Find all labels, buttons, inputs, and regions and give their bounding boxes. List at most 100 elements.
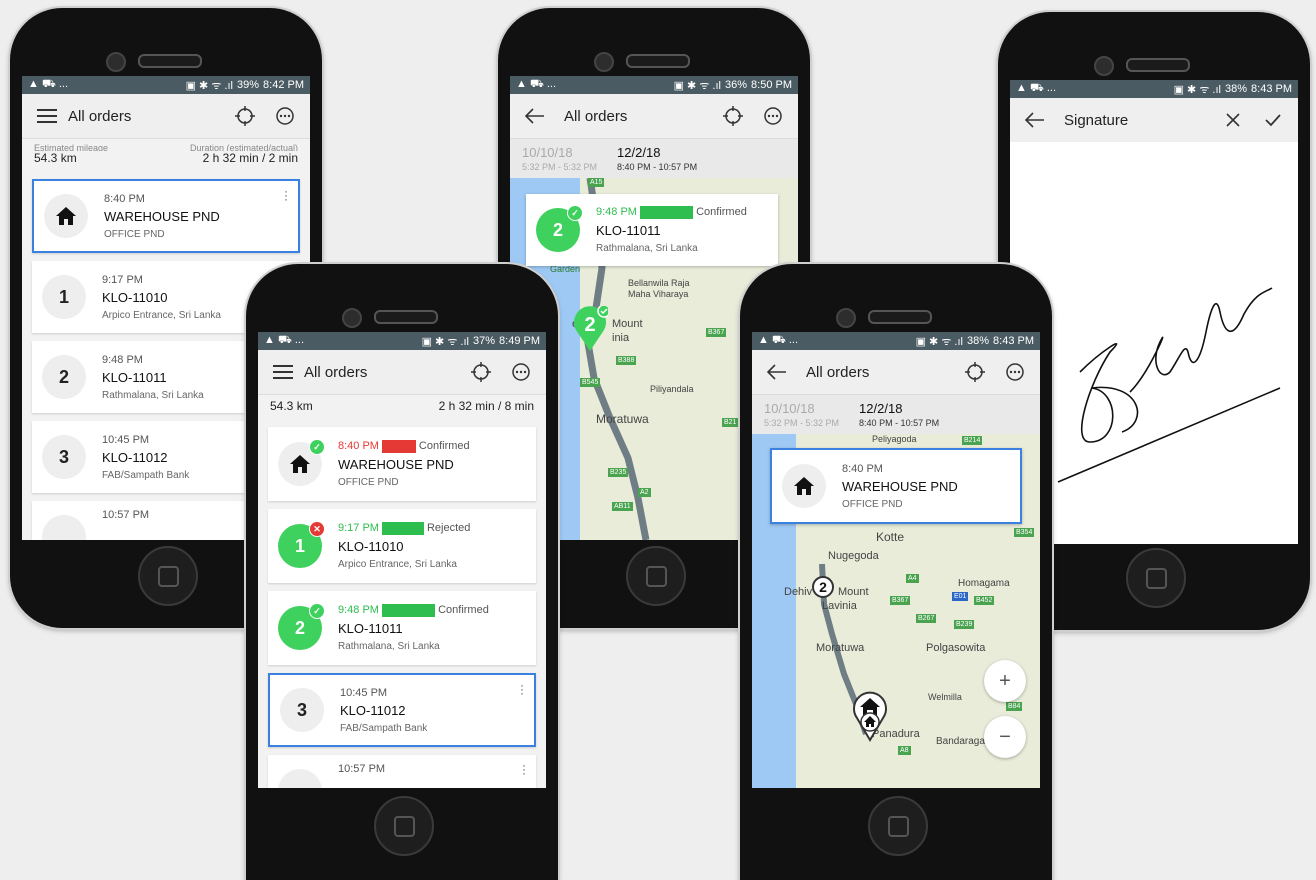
map-order-card[interactable]: 8:40 PM WAREHOUSE PND OFFICE PND bbox=[770, 448, 1022, 524]
badge-number: 2 bbox=[552, 219, 563, 240]
order-number-badge: 2 ✓ bbox=[536, 205, 583, 252]
list-item-order-3[interactable]: 3 10:45 PM KLO-11012 FAB/Sampath Bank · · · bbox=[268, 673, 536, 747]
order-address: Rathmalana, Sri Lanka bbox=[596, 243, 698, 254]
date-current[interactable]: 12/2/18 8:40 PM - 10:57 PM bbox=[859, 401, 939, 429]
order-name: KLO-11011 bbox=[338, 621, 403, 636]
battery-text: 39% bbox=[237, 79, 260, 91]
more-icon[interactable] bbox=[506, 357, 536, 387]
distance: 54.3 km bbox=[270, 399, 313, 413]
back-arrow-icon[interactable] bbox=[1020, 105, 1050, 135]
check-icon: ✓ bbox=[309, 439, 325, 455]
map-label: Polgasowita bbox=[926, 642, 986, 654]
house-icon bbox=[44, 194, 88, 238]
delay-chip: -3 min bbox=[382, 440, 416, 453]
status-left-icons: ▲ ⛟ ... bbox=[516, 78, 557, 90]
page-title: All orders bbox=[68, 107, 132, 125]
date-label: 10/10/18 bbox=[522, 145, 573, 160]
house-icon: ✓ bbox=[278, 439, 325, 486]
delay-chip: +1 h 3 min bbox=[640, 206, 694, 219]
back-arrow-icon[interactable] bbox=[762, 357, 792, 387]
more-icon[interactable] bbox=[758, 101, 788, 131]
crosshair-icon[interactable] bbox=[718, 101, 748, 131]
signature-pad[interactable] bbox=[1010, 142, 1298, 544]
date-previous[interactable]: 10/10/18 5:32 PM - 5:32 PM bbox=[522, 145, 597, 173]
speaker bbox=[138, 54, 202, 68]
date-range: 5:32 PM - 5:32 PM bbox=[764, 418, 840, 428]
map-order-card[interactable]: 2 ✓ 9:48 PM +1 h 3 min Confirmed KLO-1101… bbox=[526, 194, 778, 266]
order-address: OFFICE PND bbox=[842, 498, 903, 510]
back-arrow-icon[interactable] bbox=[520, 101, 550, 131]
check-icon[interactable] bbox=[1258, 105, 1288, 135]
kebab-menu-icon[interactable]: · · · bbox=[284, 185, 288, 205]
order-address: OFFICE PND bbox=[104, 228, 165, 240]
home-button[interactable] bbox=[1126, 548, 1186, 608]
home-button[interactable] bbox=[374, 796, 434, 856]
more-icon[interactable] bbox=[270, 101, 300, 131]
status-left-icons: ▲ ⛟ ... bbox=[758, 334, 799, 346]
order-time: 9:17 PM bbox=[102, 273, 143, 286]
check-icon: ✓ bbox=[309, 603, 325, 619]
duration: 2 h 32 min / 8 min bbox=[438, 399, 534, 413]
order-number-badge bbox=[42, 515, 86, 540]
speaker bbox=[1126, 58, 1190, 72]
zoom-out-button[interactable]: − bbox=[984, 716, 1026, 758]
check-icon: ✓ bbox=[567, 205, 583, 221]
order-time: 9:48 PM bbox=[102, 353, 143, 366]
road-tag: A2 bbox=[638, 488, 651, 497]
crosshair-icon[interactable] bbox=[960, 357, 990, 387]
zoom-in-button[interactable]: + bbox=[984, 660, 1026, 702]
list-item-warehouse[interactable]: 8:40 PM WAREHOUSE PND OFFICE PND · · · bbox=[32, 179, 300, 253]
list-item-order-2[interactable]: 2 ✓ 9:48 PM +1 h 3 min Confirmed KLO-1101… bbox=[268, 591, 536, 665]
order-number-badge: 2 ✓ bbox=[278, 603, 325, 650]
list-item-order-1[interactable]: 1 ✕ 9:17 PM +31 min Rejected KLO-11010 Ar… bbox=[268, 509, 536, 583]
route-map[interactable]: Peliyagoda Kotte Nugegoda Homagama Dehiv… bbox=[752, 434, 1040, 788]
order-name: KLO-11012 bbox=[102, 449, 168, 465]
status-left-icons: ▲ ⛟ ... bbox=[264, 334, 305, 346]
map-label: Kotte bbox=[876, 530, 905, 544]
speaker bbox=[374, 310, 438, 324]
menu-icon[interactable] bbox=[268, 357, 298, 387]
status-left-icons: ▲ ⛟ ... bbox=[1016, 82, 1057, 94]
status-left-icons: ▲ ⛟ ... bbox=[28, 78, 69, 90]
list-item-order-4[interactable]: 10:57 PM · · · bbox=[268, 755, 536, 788]
map-pin-order-2[interactable]: 2 bbox=[572, 304, 611, 351]
close-icon: ✕ bbox=[309, 521, 325, 537]
more-icon[interactable] bbox=[1000, 357, 1030, 387]
crosshair-icon[interactable] bbox=[466, 357, 496, 387]
close-icon[interactable] bbox=[1218, 105, 1248, 135]
mileage-label: Estimated mileage bbox=[34, 143, 109, 151]
date-label: 10/10/18 bbox=[764, 401, 815, 416]
home-button[interactable] bbox=[868, 796, 928, 856]
speaker bbox=[626, 54, 690, 68]
map-label: Lavinia bbox=[822, 600, 857, 612]
date-current[interactable]: 12/2/18 8:40 PM - 10:57 PM bbox=[617, 145, 697, 173]
app-bar: All orders bbox=[22, 94, 310, 139]
date-previous[interactable]: 10/10/18 5:32 PM - 5:32 PM bbox=[764, 401, 839, 429]
distance: 54.3 km bbox=[34, 151, 77, 165]
home-button[interactable] bbox=[626, 546, 686, 606]
road-tag: A8 bbox=[898, 746, 911, 755]
crosshair-icon[interactable] bbox=[230, 101, 260, 131]
map-pin-warehouse[interactable] bbox=[852, 690, 888, 742]
order-number-badge: 1 bbox=[42, 275, 86, 319]
list-item-warehouse[interactable]: ✓ 8:40 PM -3 min Confirmed WAREHOUSE PND… bbox=[268, 427, 536, 501]
camera bbox=[1094, 56, 1114, 76]
kebab-menu-icon[interactable]: · · · bbox=[520, 679, 524, 699]
road-tag: B235 bbox=[608, 468, 629, 477]
order-time: 8:40 PM bbox=[842, 462, 883, 475]
home-button[interactable] bbox=[138, 546, 198, 606]
signature-stroke bbox=[1057, 287, 1281, 483]
date-range: 5:32 PM - 5:32 PM bbox=[522, 162, 598, 172]
date-range: 8:40 PM - 10:57 PM bbox=[859, 418, 940, 428]
status-state: Confirmed bbox=[438, 604, 489, 616]
delay-chip: +31 min bbox=[382, 522, 424, 535]
badge-number: 1 bbox=[294, 535, 305, 556]
menu-icon[interactable] bbox=[32, 101, 62, 131]
speaker bbox=[868, 310, 932, 324]
order-time: 10:57 PM bbox=[102, 509, 150, 521]
order-name: WAREHOUSE PND bbox=[842, 478, 958, 494]
kebab-menu-icon[interactable]: · · · bbox=[522, 759, 526, 779]
map-pin-order-2[interactable]: 2 bbox=[812, 576, 834, 600]
camera bbox=[594, 52, 614, 72]
date-label: 12/2/18 bbox=[617, 145, 661, 160]
